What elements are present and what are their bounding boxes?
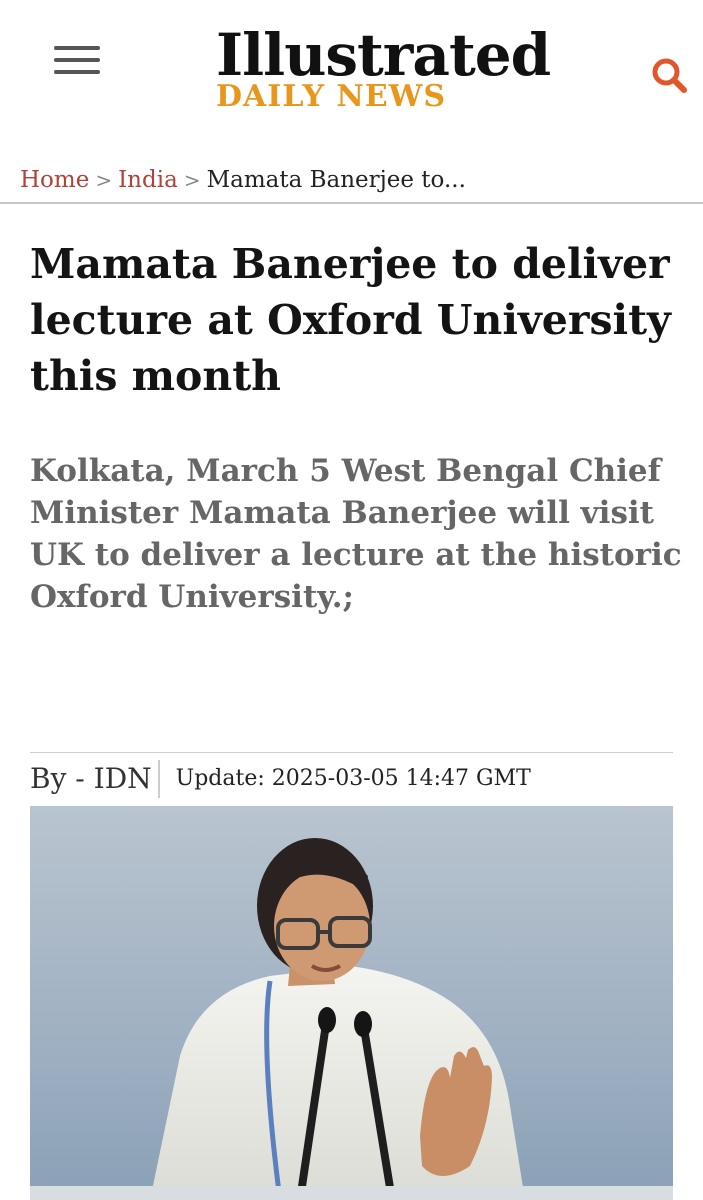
update-timestamp: Update: 2025-03-05 14:47 GMT [176,760,531,798]
update-time: 2025-03-05 14:47 GMT [271,766,531,791]
logo-title: Illustrated [216,21,551,89]
logo-subtitle: DAILY NEWS [216,79,447,114]
breadcrumb-current: Mamata Banerjee to... [206,167,466,193]
article-summary: Kolkata, March 5 West Bengal Chief Minis… [30,453,682,615]
byline-divider [30,752,673,753]
menu-bar [54,70,100,74]
photo-microphone-left-head [318,1007,336,1033]
breadcrumb-india-link[interactable]: India [118,167,178,193]
breadcrumb-home-link[interactable]: Home [20,167,89,193]
site-logo[interactable]: Illustrated DAILY NEWS [216,24,616,112]
photo-lectern-edge [30,1186,673,1200]
breadcrumb-separator: > [95,168,113,192]
breadcrumb: Home > India > Mamata Banerjee to... [20,164,466,196]
author-byline[interactable]: By - IDN [30,760,160,798]
article-photo[interactable] [30,806,673,1200]
photo-figure-face [274,871,370,981]
header-divider [0,202,703,204]
update-label: Update: [175,766,265,791]
article-byline: By - IDN Update: 2025-03-05 14:47 GMT [30,760,531,800]
photo-microphone-right-head [354,1011,372,1037]
article-headline: Mamata Banerjee to deliver lecture at Ox… [30,240,671,400]
search-icon[interactable] [650,56,690,96]
hamburger-menu-icon[interactable] [54,44,102,78]
breadcrumb-separator: > [183,168,201,192]
menu-bar [54,46,100,50]
site-header: Illustrated DAILY NEWS [0,0,703,140]
menu-bar [54,58,100,62]
